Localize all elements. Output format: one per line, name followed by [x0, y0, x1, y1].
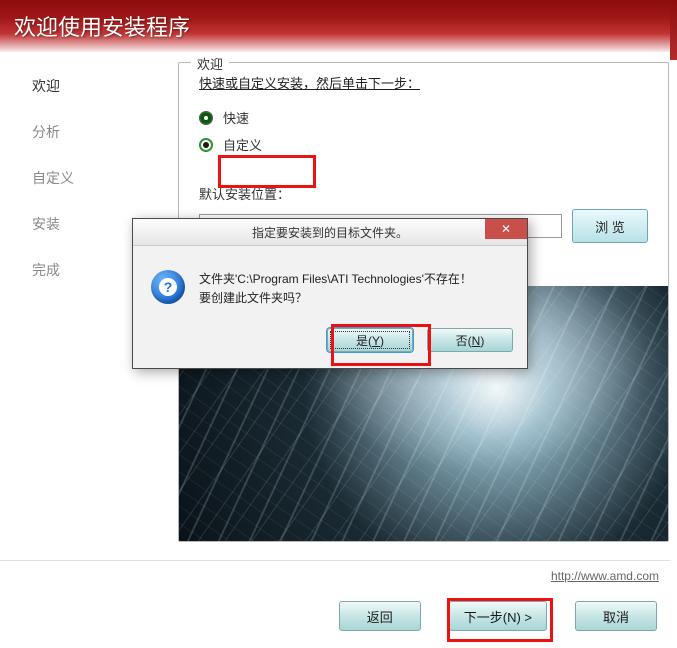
dialog-line1: 文件夹'C:\Program Files\ATI Technologies'不存…: [199, 270, 472, 289]
close-icon: ✕: [501, 222, 511, 236]
radio-custom-row[interactable]: 自定义: [199, 135, 648, 154]
window-header: 欢迎使用安装程序: [0, 0, 677, 52]
radio-custom[interactable]: [199, 138, 213, 152]
dialog-actions: 是(Y) 否(N): [133, 322, 527, 368]
window-right-edge: [670, 0, 677, 648]
info-icon: ?: [151, 270, 185, 304]
sidebar-item-custom[interactable]: 自定义: [32, 168, 178, 188]
dialog-close-button[interactable]: ✕: [485, 219, 527, 239]
instruction-text: 快速或自定义安装，然后单击下一步：: [199, 73, 648, 92]
radio-express[interactable]: [199, 111, 213, 125]
radio-express-label: 快速: [223, 108, 249, 127]
radio-express-row[interactable]: 快速: [199, 108, 648, 127]
radio-custom-label: 自定义: [223, 135, 262, 154]
dialog-title: 指定要安装到的目标文件夹。: [252, 224, 408, 241]
sidebar-item-analyze[interactable]: 分析: [32, 122, 178, 142]
create-folder-dialog: 指定要安装到的目标文件夹。 ✕ ? 文件夹'C:\Program Files\A…: [132, 218, 528, 369]
highlight-yes-button: [331, 324, 431, 366]
footer-buttons: 返回 下一步(N) > 取消: [0, 601, 659, 631]
footer: http://www.amd.com 返回 下一步(N) > 取消: [0, 560, 677, 648]
back-button[interactable]: 返回: [339, 601, 421, 631]
cancel-button[interactable]: 取消: [575, 601, 657, 631]
fieldset-legend: 欢迎: [191, 54, 229, 73]
dialog-line2: 要创建此文件夹吗？: [199, 289, 472, 308]
dialog-message: 文件夹'C:\Program Files\ATI Technologies'不存…: [199, 270, 472, 308]
dialog-body: ? 文件夹'C:\Program Files\ATI Technologies'…: [133, 246, 527, 322]
browse-button[interactable]: 浏 览: [572, 209, 648, 243]
highlight-custom-radio: [218, 155, 316, 188]
vendor-url[interactable]: http://www.amd.com: [0, 569, 659, 583]
no-button[interactable]: 否(N): [427, 328, 513, 352]
highlight-next-button: [447, 598, 553, 642]
sidebar-item-welcome[interactable]: 欢迎: [32, 76, 178, 96]
dialog-titlebar: 指定要安装到的目标文件夹。 ✕: [133, 219, 527, 246]
window-title: 欢迎使用安装程序: [14, 15, 190, 40]
